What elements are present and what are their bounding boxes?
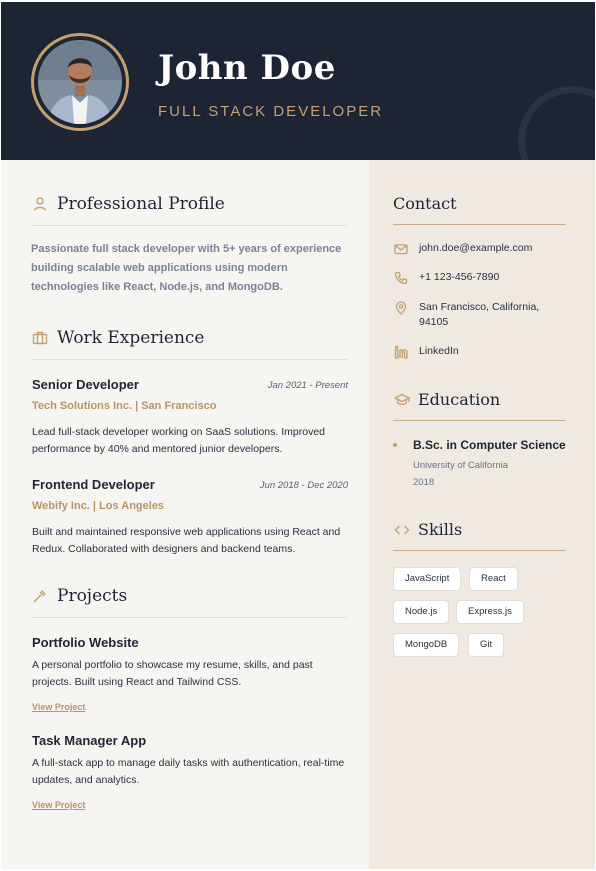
phone-text: +1 123-456-7890 [419,271,500,283]
candidate-title: FULL STACK DEVELOPER [158,103,384,120]
skill-tag: JavaScript [393,567,462,591]
job-date: Jun 2018 - Dec 2020 [259,480,348,491]
email-text: john.doe@example.com [419,242,533,254]
contact-location: San Francisco, California, 94105 [393,300,569,330]
tools-icon [31,587,49,605]
map-pin-icon [393,300,409,316]
candidate-name: John Doe [158,48,336,88]
bullet-dot [393,443,397,447]
skills-section-heading: Skills [393,520,462,539]
sidebar: Contact john.doe@example.com +1 123-456-… [369,160,595,869]
education-degree: B.Sc. in Computer Science [413,438,566,452]
view-project-link[interactable]: View Project [32,800,85,810]
project-description: A personal portfolio to showcase my resu… [32,659,313,688]
education-school: University of California [413,460,509,471]
job-date: Jan 2021 - Present [267,380,348,391]
divider [393,224,566,225]
divider [31,225,347,226]
job-description: Built and maintained responsive web appl… [32,526,341,555]
contact-email[interactable]: john.doe@example.com [393,241,569,257]
main-column: Professional Profile Passionate full sta… [1,160,369,869]
resume-header: John Doe FULL STACK DEVELOPER [1,2,595,160]
contact-linkedin[interactable]: LinkedIn [393,344,569,360]
decorative-ring [518,86,595,160]
experience-heading: Work Experience [57,328,205,348]
resume-page: John Doe FULL STACK DEVELOPER Profession… [1,2,595,869]
briefcase-icon [31,329,49,347]
project-title: Portfolio Website [32,635,139,650]
contact-section-heading: Contact [393,194,457,213]
contact-phone[interactable]: +1 123-456-7890 [393,270,569,286]
project-description: A full-stack app to manage daily tasks w… [32,757,345,786]
skill-tag: Node.js [393,600,450,624]
experience-section-heading: Work Experience [31,328,204,348]
profile-section-heading: Professional Profile [31,194,225,214]
education-heading: Education [418,390,501,409]
job-company: Webify Inc. | Los Angeles [32,500,165,512]
job-title: Frontend Developer [32,477,155,492]
projects-section-heading: Projects [31,586,127,606]
skill-tag: React [469,567,518,591]
skill-tag: Express.js [456,600,524,624]
project-title: Task Manager App [32,733,147,748]
divider [31,617,347,618]
skill-tag: MongoDB [393,633,460,657]
education-year: 2018 [413,477,435,488]
location-text: San Francisco, California, 94105 [419,301,540,328]
skills-heading: Skills [418,520,463,539]
divider [393,420,566,421]
avatar-frame [31,33,129,131]
avatar [38,40,122,124]
skill-tag: Git [468,633,505,657]
contact-heading: Contact [393,194,457,213]
job-title: Senior Developer [32,377,139,392]
phone-icon [393,270,409,286]
divider [31,359,347,360]
education-section-heading: Education [393,390,500,409]
divider [393,550,566,551]
user-icon [31,195,49,213]
graduation-cap-icon [393,391,411,409]
linkedin-text: LinkedIn [419,345,459,357]
job-company: Tech Solutions Inc. | San Francisco [32,400,217,412]
view-project-link[interactable]: View Project [32,702,85,712]
profile-summary: Passionate full stack developer with 5+ … [31,243,342,293]
code-icon [393,521,411,539]
projects-heading: Projects [57,586,128,606]
job-description: Lead full-stack developer working on Saa… [32,426,325,455]
linkedin-icon [393,344,409,360]
profile-heading: Professional Profile [57,194,225,214]
mail-icon [393,241,409,257]
